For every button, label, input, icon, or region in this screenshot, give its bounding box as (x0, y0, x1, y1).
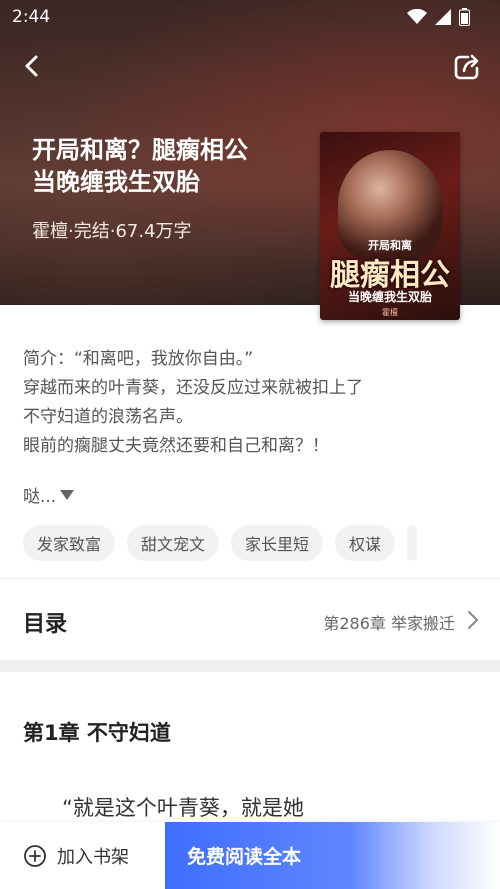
synopsis-line: 眼前的瘸腿丈夫竟然还要和自己和离？！ (23, 436, 329, 456)
battery-icon (459, 8, 470, 26)
cover-text-sub: 当晚缠我生双胎 (347, 290, 432, 304)
free-read-label: 免费阅读全本 (187, 846, 302, 868)
add-to-shelf-label: 加入书架 (57, 846, 129, 868)
synopsis-expand[interactable]: 哒... (23, 482, 75, 507)
tag-list: 发家致富 甜文宠文 家长里短 权谋 (23, 525, 418, 561)
synopsis: 简介：“和离吧，我放你自由。” 穿越而来的叶青葵，还没反应过来就被扣上了 不守妇… (23, 345, 479, 461)
chevron-right-icon (468, 611, 478, 629)
chapter-title: 第1章 不守妇道 (23, 721, 171, 745)
add-to-shelf-button[interactable]: 加入书架 (23, 822, 129, 889)
plus-circle-icon (24, 844, 46, 867)
tag-chip[interactable]: 家长里短 (231, 525, 324, 561)
synopsis-line: 穿越而来的叶青葵，还没反应过来就被扣上了 (23, 378, 363, 398)
bottom-action-bar: 加入书架 免费阅读全本 (0, 822, 500, 889)
section-gap (0, 660, 500, 672)
tag-chip[interactable]: 权谋 (335, 525, 396, 561)
chapter-first-line: “就是这个叶青葵，就是她 (62, 796, 304, 820)
book-title: 开局和离？腿瘸相公 当晚缠我生双胎 (32, 134, 307, 198)
book-title-line2: 当晚缠我生双胎 (32, 168, 200, 196)
free-read-button[interactable]: 免费阅读全本 (165, 822, 500, 889)
tag-chip[interactable]: 甜文宠文 (127, 525, 220, 561)
synopsis-more-text: 哒... (23, 487, 57, 507)
divider (0, 578, 500, 579)
table-of-contents-row[interactable]: 目录 第286章 举家搬迁 (0, 588, 500, 652)
synopsis-line: 简介：“和离吧，我放你自由。” (23, 349, 254, 369)
book-cover[interactable]: 开局和离 腿瘸相公 当晚缠我生双胎 霍檀 (320, 132, 460, 320)
toc-label: 目录 (23, 612, 68, 637)
cover-author-mark: 霍檀 (382, 308, 398, 317)
wifi-icon (407, 9, 427, 24)
expand-triangle-icon (60, 489, 75, 500)
book-title-line1: 开局和离？腿瘸相公 (32, 136, 248, 164)
tag-chip[interactable]: 发家致富 (23, 525, 116, 561)
toc-latest-chapter: 第286章 举家搬迁 (323, 614, 455, 633)
synopsis-line: 不守妇道的浪荡名声。 (23, 407, 193, 427)
book-meta: 霍檀·完结·67.4万字 (32, 221, 192, 242)
status-bar: 2:44 (0, 0, 500, 34)
status-time: 2:44 (12, 7, 51, 27)
share-icon[interactable] (452, 52, 482, 82)
tag-chip-partial[interactable] (407, 525, 418, 561)
back-arrow-icon[interactable] (18, 52, 46, 80)
signal-icon (435, 9, 451, 25)
status-icons (407, 8, 470, 26)
